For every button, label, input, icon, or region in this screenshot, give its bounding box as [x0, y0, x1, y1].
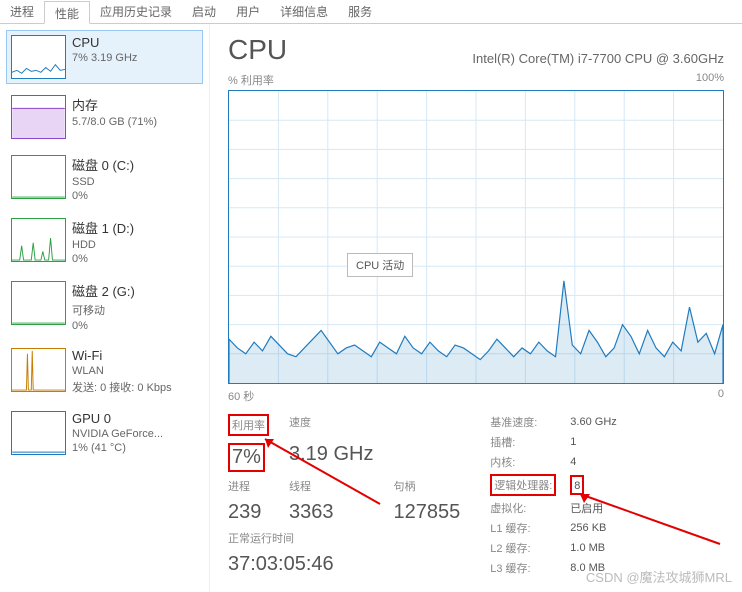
sidebar-disk1-title: 磁盘 1 (D:) [72, 218, 198, 237]
annotation-arrow-2 [570, 484, 730, 554]
sidebar-disk0-sub: SSD [72, 176, 198, 188]
chart-ylabel: % 利用率 [228, 72, 274, 88]
tab-apphistory[interactable]: 应用历史记录 [90, 0, 182, 23]
chart-tooltip: CPU 活动 [347, 253, 413, 277]
disk2-thumb-icon [11, 281, 66, 325]
chart-xlabel-left: 60 秒 [228, 388, 254, 404]
tab-details[interactable]: 详细信息 [270, 0, 338, 23]
handle-label: 句柄 [393, 478, 460, 495]
sidebar-item-disk0[interactable]: 磁盘 0 (C:) SSD 0% [6, 150, 203, 207]
main-panel: CPU Intel(R) Core(TM) i7-7700 CPU @ 3.60… [210, 24, 742, 592]
disk1-thumb-icon [11, 218, 66, 262]
chart-xlabel-right: 0 [718, 388, 724, 404]
page-title: CPU [228, 34, 287, 66]
sidebar: CPU 7% 3.19 GHz 内存 5.7/8.0 GB (71%) 磁盘 0… [0, 24, 210, 592]
basespeed-label: 基准速度: [490, 414, 556, 430]
virt-label: 虚拟化: [490, 500, 556, 516]
sidebar-memory-title: 内存 [72, 95, 198, 114]
wifi-thumb-icon [11, 348, 66, 392]
sidebar-item-cpu[interactable]: CPU 7% 3.19 GHz [6, 30, 203, 84]
tab-performance[interactable]: 性能 [44, 1, 90, 24]
sidebar-disk1-sub: HDD [72, 239, 198, 251]
sidebar-disk2-title: 磁盘 2 (G:) [72, 281, 198, 300]
basespeed-value: 3.60 GHz [570, 416, 616, 428]
tab-users[interactable]: 用户 [226, 0, 270, 23]
cpu-chart[interactable]: CPU 活动 [228, 90, 724, 384]
cpu-model: Intel(R) Core(TM) i7-7700 CPU @ 3.60GHz [472, 51, 724, 66]
sidebar-gpu0-title: GPU 0 [72, 411, 198, 426]
sidebar-item-disk1[interactable]: 磁盘 1 (D:) HDD 0% [6, 213, 203, 270]
memory-thumb-icon [11, 95, 66, 139]
tabs-bar: 进程 性能 应用历史记录 启动 用户 详细信息 服务 [0, 0, 742, 24]
tab-services[interactable]: 服务 [338, 0, 382, 23]
sidebar-disk0-title: 磁盘 0 (C:) [72, 155, 198, 174]
cores-value: 4 [570, 456, 616, 468]
sidebar-item-wifi[interactable]: Wi-Fi WLAN 发送: 0 接收: 0 Kbps [6, 343, 203, 400]
l1-label: L1 缓存: [490, 520, 556, 536]
sidebar-wifi-sub2: 发送: 0 接收: 0 Kbps [72, 379, 198, 395]
tab-processes[interactable]: 进程 [0, 0, 44, 23]
sidebar-item-memory[interactable]: 内存 5.7/8.0 GB (71%) [6, 90, 203, 144]
cpu-thumb-icon [11, 35, 66, 79]
l2-label: L2 缓存: [490, 540, 556, 556]
sockets-label: 插槽: [490, 434, 556, 450]
sidebar-wifi-sub: WLAN [72, 365, 198, 377]
sidebar-memory-sub: 5.7/8.0 GB (71%) [72, 116, 198, 128]
sidebar-disk0-sub2: 0% [72, 190, 198, 202]
sidebar-gpu0-sub: NVIDIA GeForce... [72, 428, 198, 440]
logical-label: 逻辑处理器: [494, 480, 552, 492]
disk0-thumb-icon [11, 155, 66, 199]
sidebar-disk2-sub: 可移动 [72, 302, 198, 318]
content-area: CPU 7% 3.19 GHz 内存 5.7/8.0 GB (71%) 磁盘 0… [0, 24, 742, 592]
sidebar-disk2-sub2: 0% [72, 320, 198, 332]
chart-ymax: 100% [696, 72, 724, 88]
sidebar-cpu-title: CPU [72, 35, 198, 50]
annotation-arrow-1 [250, 424, 390, 514]
sidebar-disk1-sub2: 0% [72, 253, 198, 265]
uptime-label: 正常运行时间 [228, 530, 460, 547]
sidebar-wifi-title: Wi-Fi [72, 348, 198, 363]
uptime-value: 37:03:05:46 [228, 553, 460, 577]
cores-label: 内核: [490, 454, 556, 470]
sidebar-item-disk2[interactable]: 磁盘 2 (G:) 可移动 0% [6, 276, 203, 337]
sockets-value: 1 [570, 436, 616, 448]
l3-label: L3 缓存: [490, 560, 556, 576]
sidebar-cpu-sub: 7% 3.19 GHz [72, 52, 198, 64]
watermark: CSDN @魔法攻城狮MRL [586, 567, 732, 586]
handle-value: 127855 [393, 501, 460, 525]
gpu0-thumb-icon [11, 411, 66, 455]
sidebar-gpu0-sub2: 1% (41 °C) [72, 442, 198, 454]
sidebar-item-gpu0[interactable]: GPU 0 NVIDIA GeForce... 1% (41 °C) [6, 406, 203, 460]
tab-startup[interactable]: 启动 [182, 0, 226, 23]
